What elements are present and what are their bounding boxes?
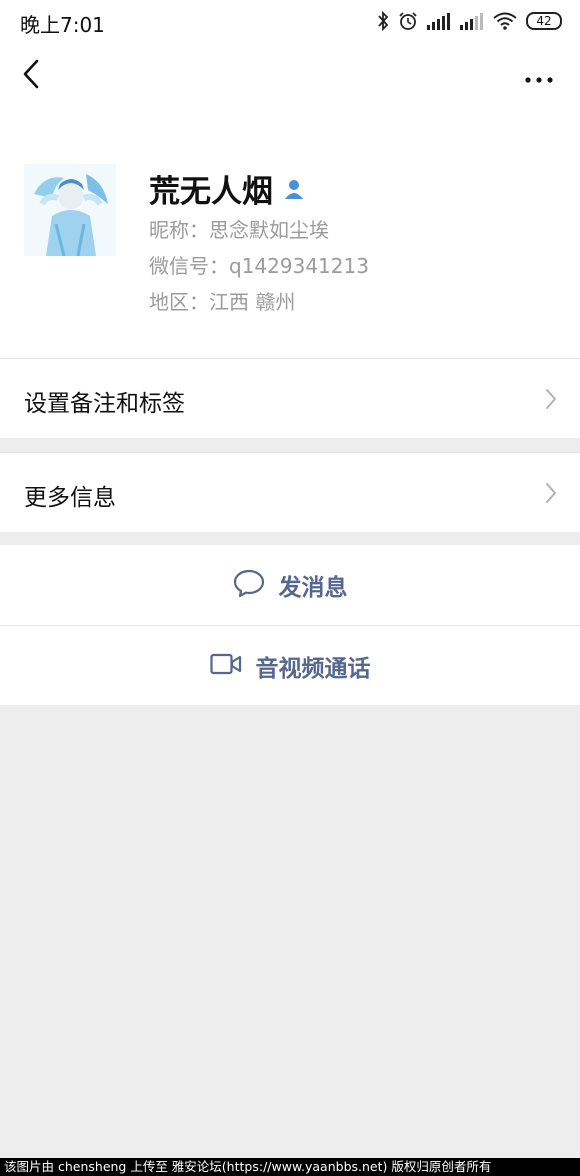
remarks-tags-row[interactable]: 设置备注和标签 <box>0 358 580 438</box>
remarks-tags-label: 设置备注和标签 <box>24 391 185 417</box>
more-dots-icon <box>525 68 553 87</box>
wifi-icon <box>493 12 517 30</box>
status-bar: 晚上7:01 42 <box>0 0 580 42</box>
more-button[interactable] <box>518 62 560 92</box>
nickname-text: 昵称：思念默如尘埃 <box>149 218 329 242</box>
person-icon <box>283 178 305 200</box>
name-row: 荒无人烟 <box>149 166 305 211</box>
region-text: 地区：江西 赣州 <box>149 290 296 314</box>
status-icons: 42 <box>377 8 562 34</box>
profile-card: 荒无人烟 昵称：思念默如尘埃 微信号：q1429341213 地区：江西 赣州 <box>0 114 580 358</box>
chevron-right-icon <box>544 481 558 505</box>
chevron-left-icon <box>22 59 40 93</box>
signal-icon <box>427 12 451 30</box>
avatar[interactable] <box>24 164 116 256</box>
chat-bubble-icon <box>233 569 265 601</box>
status-time: 晚上7:01 <box>20 13 105 37</box>
bluetooth-icon <box>377 11 389 31</box>
contact-name: 荒无人烟 <box>149 174 273 210</box>
video-call-label: 音视频通话 <box>255 655 371 682</box>
watermark-text: 该图片由 chensheng 上传至 雅安论坛(https://www.yaan… <box>0 1158 580 1176</box>
video-call-button[interactable]: 音视频通话 <box>0 625 580 705</box>
chevron-right-icon <box>544 387 558 411</box>
back-button[interactable] <box>14 56 48 96</box>
send-message-label: 发消息 <box>278 575 348 601</box>
nav-bar <box>0 42 580 114</box>
contact-profile-page: 晚上7:01 42 荒无人烟 昵称：思念默如尘埃 微信号：q1429341213… <box>0 0 580 1176</box>
video-camera-icon <box>209 653 242 679</box>
more-info-label: 更多信息 <box>24 485 116 511</box>
alarm-icon <box>398 11 418 31</box>
battery-icon: 42 <box>526 12 562 30</box>
send-message-button[interactable]: 发消息 <box>0 545 580 625</box>
more-info-row[interactable]: 更多信息 <box>0 452 580 532</box>
wechat-id-text: 微信号：q1429341213 <box>149 254 369 278</box>
signal-icon <box>460 12 484 30</box>
